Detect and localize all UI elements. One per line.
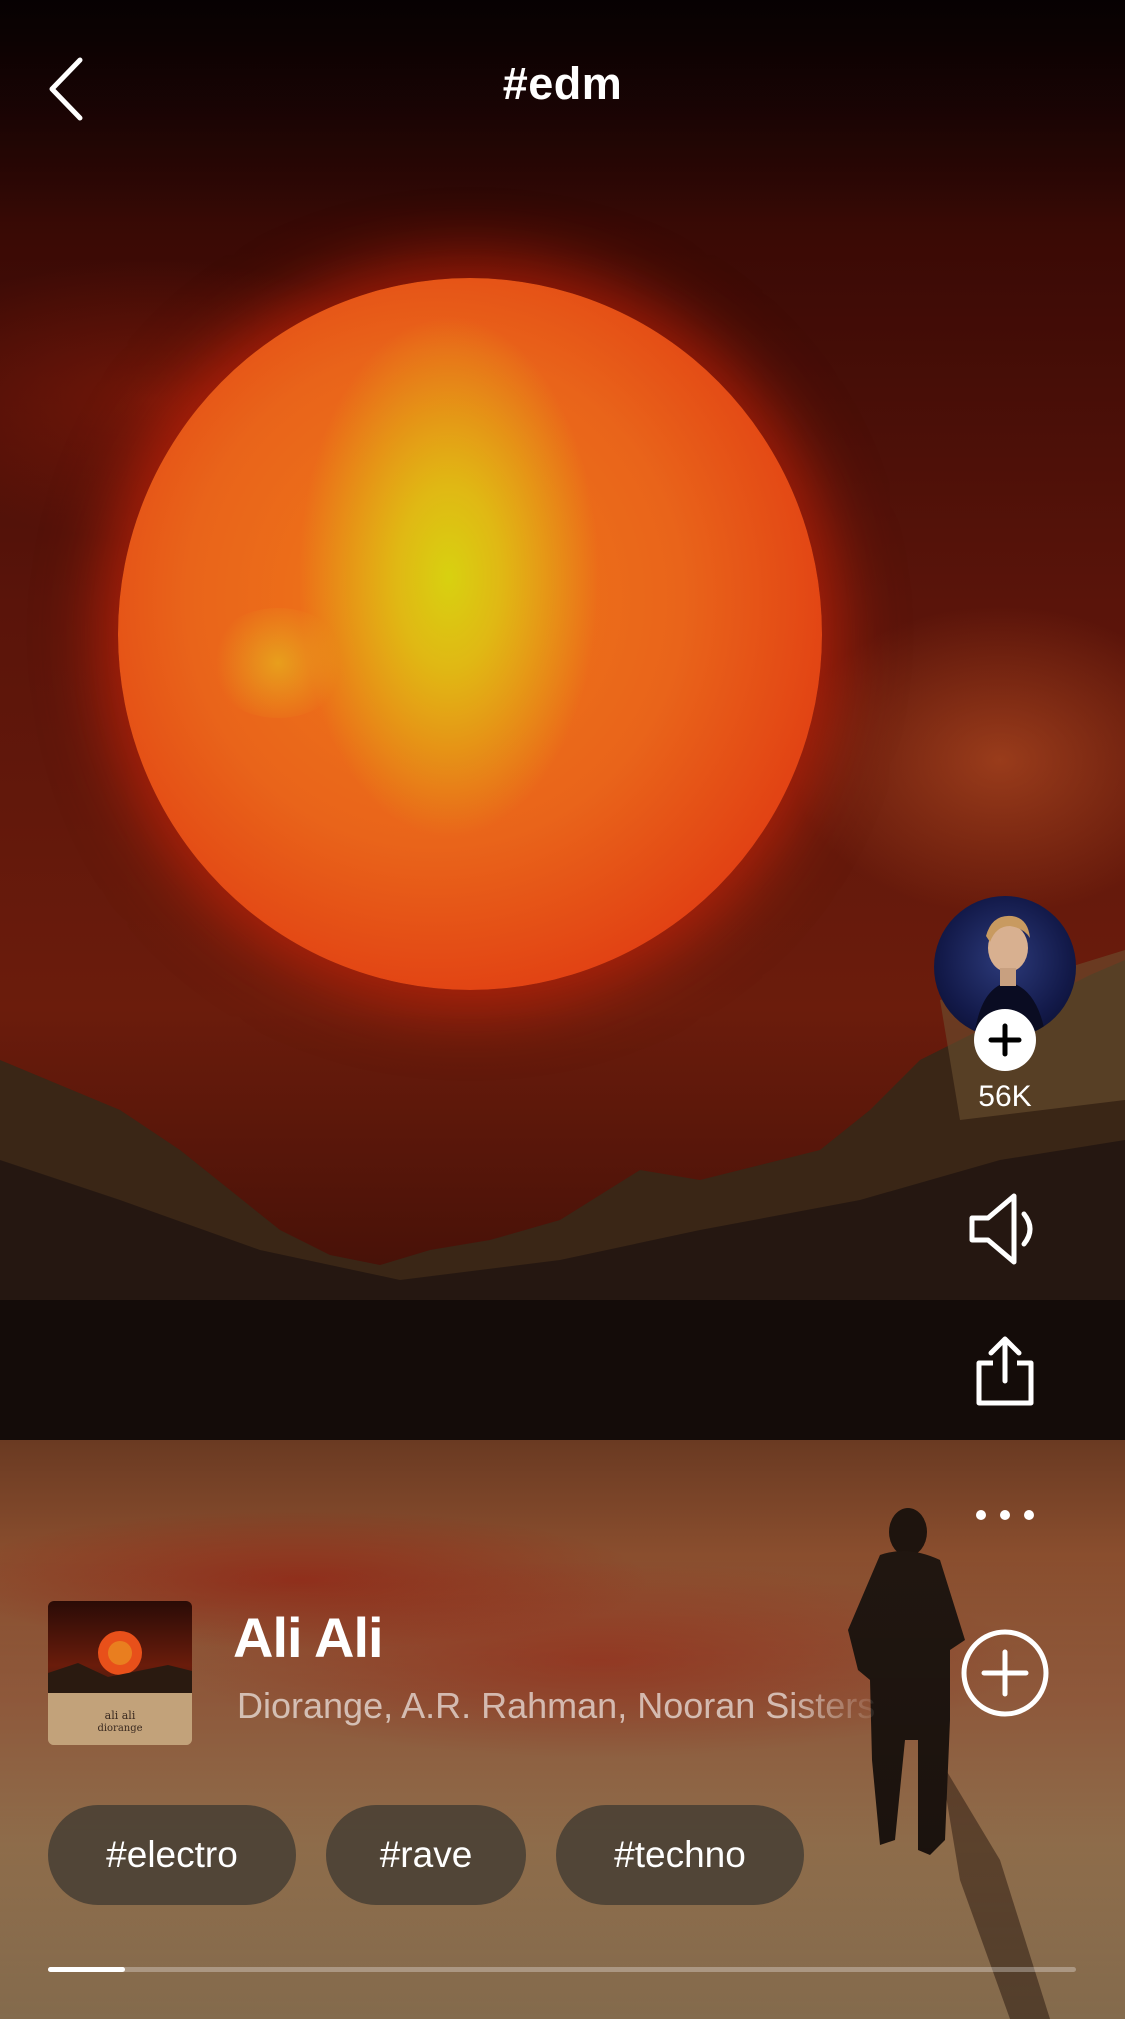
plus-icon [988,1023,1022,1057]
follower-count: 56K [978,1080,1032,1113]
tag-techno[interactable]: #techno [556,1805,804,1905]
tag-electro[interactable]: #electro [48,1805,296,1905]
cover-title-text: ali ali [105,1709,136,1722]
page-title: #edm [502,58,623,109]
share-icon [976,1336,1034,1406]
cover-artist-text: diorange [97,1723,142,1734]
share-button[interactable] [973,1333,1037,1407]
video-screen: #edm 56K ali ali diorange Ali Ali Dioran… [0,0,1125,2019]
volume-button[interactable] [966,1190,1044,1268]
follow-artist-button[interactable] [974,1009,1036,1071]
tag-rave[interactable]: #rave [326,1805,526,1905]
top-shade [0,0,1125,220]
speaker-icon [969,1193,1033,1265]
more-horizontal-icon [976,1510,1034,1520]
more-options-button[interactable] [972,1500,1038,1530]
track-artists[interactable]: Diorange, A.R. Rahman, Nooran Sisters [237,1685,885,1727]
track-title[interactable]: Ali Ali [233,1605,384,1670]
add-to-library-button[interactable] [960,1628,1050,1718]
plus-circle-icon [961,1629,1049,1717]
playback-progress-bar[interactable] [48,1967,1076,1972]
album-cover[interactable]: ali ali diorange [48,1601,192,1745]
playback-progress-fill [48,1967,126,1972]
cover-artwork: ali ali diorange [48,1631,192,1745]
